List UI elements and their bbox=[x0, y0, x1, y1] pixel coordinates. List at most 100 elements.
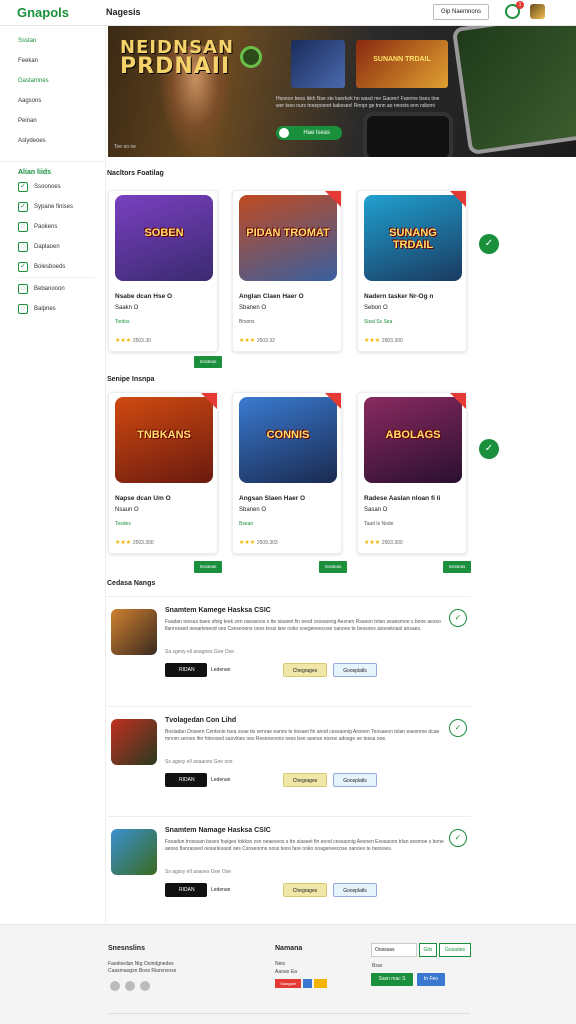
subscribe-button[interactable]: Gosades bbox=[439, 943, 471, 957]
facebook-icon[interactable] bbox=[303, 979, 312, 988]
filter-item-1[interactable]: ✓ Ssoonoes bbox=[18, 182, 61, 192]
install-button[interactable]: Inssteas bbox=[319, 561, 347, 573]
phone-mockup-large bbox=[451, 26, 576, 156]
footer-divider bbox=[108, 1013, 470, 1014]
install-button[interactable]: Inssteas bbox=[194, 561, 222, 573]
game-card[interactable]: ABOLAGS Radese Aaslan nloan fi li Sasan … bbox=[357, 392, 467, 554]
review-date: Sa sgesy ell aoagoes Goe Ose bbox=[165, 649, 234, 655]
header-action-button[interactable]: Gip Naemnons bbox=[433, 4, 489, 20]
filter-item-4[interactable]: ◌ Daplaoen bbox=[18, 242, 60, 252]
sidebar-divider bbox=[18, 277, 94, 278]
app-logo[interactable]: Gnapols bbox=[17, 5, 69, 20]
check-icon[interactable]: ✓ bbox=[449, 719, 467, 737]
avatar[interactable] bbox=[530, 4, 545, 19]
review-label: Ledenan bbox=[211, 667, 231, 673]
store-badge[interactable]: RIDAN bbox=[165, 883, 207, 897]
review-body: Fsoadun trosssan bsses fosiges tokksn zs… bbox=[165, 839, 444, 852]
filter-heading: Alian liids bbox=[18, 169, 52, 176]
game-title: Nadern tasker Nr-Og n bbox=[364, 293, 434, 300]
game-art: PIDAN TROMAT bbox=[239, 195, 337, 281]
check-icon: ◌ bbox=[18, 284, 28, 294]
filter-label: Sypane finises bbox=[34, 204, 74, 210]
game-meta: Brsons bbox=[239, 319, 255, 325]
filter-label: Bebanooon bbox=[34, 286, 65, 292]
mail-icon[interactable] bbox=[314, 979, 327, 988]
check-icon[interactable]: ✓ bbox=[449, 829, 467, 847]
hero-thumb-caption: SUNANN TRDAIL bbox=[373, 56, 431, 63]
filter-item-7[interactable]: ◌ Balpnes bbox=[18, 304, 56, 314]
review-thumbnail bbox=[111, 829, 157, 875]
go-button[interactable]: Gits bbox=[419, 943, 437, 957]
rating: ★★★ 2903.300 bbox=[364, 338, 403, 344]
rating: ★★★ 2509.303 bbox=[239, 540, 278, 546]
footer-badge[interactable]: Toasgaer bbox=[275, 979, 301, 988]
game-card[interactable]: TNBKANS Napse dcan Um O Nsaun O Tosdes ★… bbox=[108, 392, 218, 554]
social-icon-3[interactable] bbox=[140, 981, 150, 991]
app-store-button[interactable]: Sasn mac S bbox=[371, 973, 413, 986]
game-subtitle: Saakn O bbox=[115, 305, 139, 311]
review-title: Snamtem Namage Hasksa CSIC bbox=[165, 827, 271, 834]
review-date: Ss agssy ell aoaoes Goe Ose bbox=[165, 869, 231, 875]
check-icon: ◌ bbox=[18, 222, 28, 232]
rating-text: 2503.300 bbox=[132, 540, 154, 546]
tag-pill[interactable]: Goosplatls bbox=[333, 773, 377, 787]
check-icon: ✓ bbox=[18, 182, 28, 192]
game-card[interactable]: CONNIS Angsan Slaen Haer O Sbanen O Bsea… bbox=[232, 392, 342, 554]
game-meta: Tosdes bbox=[115, 521, 131, 527]
filter-label: Paokens bbox=[34, 224, 58, 230]
footer-col1-line2: Caasmaogsn Boss Riarsnvose bbox=[108, 968, 177, 974]
game-card[interactable]: PIDAN TROMAT Anglan Claen Haer O Sbanen … bbox=[232, 190, 342, 352]
social-icon-2[interactable] bbox=[125, 981, 135, 991]
store-badge[interactable]: RIDAN bbox=[165, 773, 207, 787]
play-store-button[interactable]: In Feo bbox=[417, 973, 445, 986]
review-thumbnail bbox=[111, 609, 157, 655]
rating: ★★★ 2903.300 bbox=[364, 540, 403, 546]
sidebar-item-2[interactable]: Feekan bbox=[18, 58, 38, 64]
hero-thumb-1[interactable] bbox=[291, 40, 345, 88]
section-title-popular: Senipe Insnpa bbox=[107, 376, 155, 383]
review-item[interactable]: Snamtem Kamege Hasksa CSIC Faadan tonsas… bbox=[107, 596, 471, 698]
newsletter-input[interactable]: Oosssas bbox=[371, 943, 417, 957]
tag-pill[interactable]: Goosplatls bbox=[333, 883, 377, 897]
review-item[interactable]: Tvolagedan Con Lihd Bosladan Doseen Cent… bbox=[107, 706, 471, 808]
game-subtitle: Nsaun O bbox=[115, 507, 139, 513]
hero-banner[interactable]: NEIDNSAN PRDNAII SUNANN TRDAIL Hsonon be… bbox=[108, 26, 576, 157]
review-label: Ledenan bbox=[211, 887, 231, 893]
hero-cta-button[interactable]: Hae lseas bbox=[276, 126, 342, 140]
game-title: Nsabe dcan Hse O bbox=[115, 293, 173, 300]
rating: ★★★ 2503.300 bbox=[115, 540, 154, 546]
store-label: RIDAN bbox=[179, 887, 195, 893]
sidebar-item-6[interactable]: Aslydeoes bbox=[18, 138, 46, 144]
game-art: SUNANG TRDAIL bbox=[364, 195, 462, 281]
install-button[interactable]: Inssteas bbox=[194, 356, 222, 368]
install-button[interactable]: Inssteas bbox=[443, 561, 471, 573]
tag-pill[interactable]: Chegrages bbox=[283, 773, 327, 787]
social-icon-1[interactable] bbox=[110, 981, 120, 991]
store-label: RIDAN bbox=[179, 777, 195, 783]
store-badge[interactable]: RIDAN bbox=[165, 663, 207, 677]
hero-description: Hsonon bess ikkh Nse ste kanrkok hn wasd… bbox=[276, 96, 440, 109]
rating-text: 2503.32 bbox=[256, 338, 275, 344]
hero-thumb-2[interactable]: SUNANN TRDAIL bbox=[356, 40, 448, 88]
check-icon[interactable]: ✓ bbox=[479, 234, 499, 254]
filter-item-6[interactable]: ◌ Bebanooon bbox=[18, 284, 65, 294]
tag-pill[interactable]: Goosplatls bbox=[333, 663, 377, 677]
tag-pill[interactable]: Chegrages bbox=[283, 663, 327, 677]
game-art: TNBKANS bbox=[115, 397, 213, 483]
sidebar-item-4[interactable]: Aagsons bbox=[18, 98, 41, 104]
game-card[interactable]: SUNANG TRDAIL Nadern tasker Nr-Og n Sebo… bbox=[357, 190, 467, 352]
review-date: Ss agssy ell aoaanes Goe oos bbox=[165, 759, 233, 765]
sidebar-item-1[interactable]: Ssstan bbox=[18, 38, 36, 44]
tag-pill[interactable]: Chegrages bbox=[283, 883, 327, 897]
review-item[interactable]: Snamtem Namage Hasksa CSIC Fsoadun tross… bbox=[107, 816, 471, 918]
filter-item-2[interactable]: ✓ Sypane finises bbox=[18, 202, 73, 212]
game-art-caption: PIDAN TROMAT bbox=[246, 227, 330, 239]
check-icon[interactable]: ✓ bbox=[479, 439, 499, 459]
check-icon[interactable]: ✓ bbox=[449, 609, 467, 627]
review-label: Ledenan bbox=[211, 777, 231, 783]
filter-item-5[interactable]: ✓ Bolesboeds bbox=[18, 262, 65, 272]
filter-item-3[interactable]: ◌ Paokens bbox=[18, 222, 57, 232]
sidebar-item-5[interactable]: Peinan bbox=[18, 118, 37, 124]
game-card[interactable]: SOBEN Nsabe dcan Hse O Saakn O Tonlos ★★… bbox=[108, 190, 218, 352]
sidebar-item-3[interactable]: Gastamnes bbox=[18, 78, 49, 84]
